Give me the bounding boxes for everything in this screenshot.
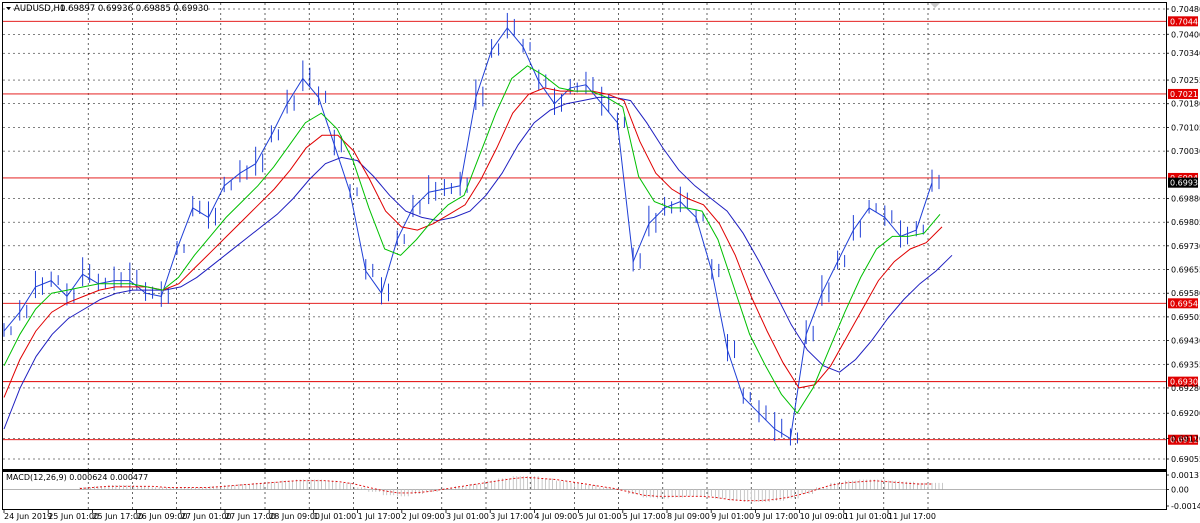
- x-tick-label: 25 Jun 01:00: [48, 512, 99, 521]
- x-tick-label: 3 Jul 01:00: [446, 512, 489, 521]
- chart-header: AUDUSD,H1 0.69897 0.69936 0.69885 0.6993…: [6, 4, 209, 14]
- macd-y-tick-label: -0.001471: [1171, 502, 1200, 511]
- y-tick-label: 0.69280: [1171, 384, 1200, 393]
- y-tick-label: 0.69880: [1171, 194, 1200, 203]
- macd-panel-frame: [2, 471, 1167, 510]
- macd-header: MACD(12,26,9) 0.000624 0.000477: [6, 473, 148, 482]
- price-line: [3, 27, 933, 440]
- x-tick-label: 24 Jun 2019: [4, 512, 52, 521]
- price-chart[interactable]: 0.704410.702110.699450.695480.693000.691…: [0, 0, 1200, 523]
- x-tick-label: 5 Jul 01:00: [579, 512, 622, 521]
- ohlc-values: 0.69897 0.69936 0.69885 0.69930: [60, 4, 209, 14]
- x-tick-label: 8 Jul 09:00: [667, 512, 710, 521]
- x-tick-label: 1 Jul 01:00: [313, 512, 356, 521]
- x-tick-label: 5 Jul 17:00: [623, 512, 666, 521]
- x-tick-label: 1 Jul 17:00: [358, 512, 401, 521]
- y-tick-label: 0.69430: [1171, 337, 1200, 346]
- symbol-label: AUDUSD,H1: [14, 4, 65, 14]
- y-tick-label: 0.69200: [1171, 409, 1200, 418]
- x-tick-label: 11 Jul 17:00: [888, 512, 936, 521]
- y-tick-label: 0.70180: [1171, 100, 1200, 109]
- y-tick-label: 0.70400: [1171, 30, 1200, 39]
- macd-label: MACD(12,26,9) 0.000624 0.000477: [6, 473, 148, 482]
- y-tick-label: 0.70480: [1171, 5, 1200, 14]
- current-price-label: 0.69930: [1170, 179, 1200, 188]
- y-tick-label: 0.69805: [1171, 218, 1200, 227]
- y-tick-label: 0.69505: [1171, 313, 1200, 322]
- scroll-shift-icon[interactable]: [930, 3, 940, 8]
- main-panel-frame: [2, 2, 1167, 470]
- x-tick-label: 10 Jul 09:00: [800, 512, 848, 521]
- y-tick-label: 0.69655: [1171, 266, 1200, 275]
- y-tick-label: 0.69355: [1171, 360, 1200, 369]
- y-tick-label: 0.70030: [1171, 147, 1200, 156]
- ma-mid-line: [3, 87, 943, 398]
- y-tick-label: 0.69120: [1171, 434, 1200, 443]
- level-price-label: 0.69548: [1170, 299, 1200, 308]
- x-tick-label: 27 Jun 01:00: [181, 512, 232, 521]
- y-tick-label: 0.70340: [1171, 49, 1200, 58]
- x-tick-label: 4 Jul 09:00: [534, 512, 577, 521]
- macd-y-tick-label: 0.00: [1171, 486, 1189, 495]
- y-tick-label: 0.70105: [1171, 123, 1200, 132]
- x-tick-label: 26 Jun 09:00: [137, 512, 188, 521]
- y-tick-label: 0.69730: [1171, 242, 1200, 251]
- level-price-label: 0.70211: [1170, 90, 1200, 99]
- x-tick-label: 11 Jul 01:00: [844, 512, 892, 521]
- chart-window[interactable]: 0.704410.702110.699450.695480.693000.691…: [0, 0, 1200, 523]
- x-tick-label: 2 Jul 09:00: [402, 512, 445, 521]
- y-tick-label: 0.70255: [1171, 76, 1200, 85]
- x-tick-label: 9 Jul 17:00: [755, 512, 798, 521]
- macd-y-tick-label: 0.00131: [1171, 471, 1200, 480]
- level-price-label: 0.70441: [1170, 17, 1200, 26]
- dropdown-triangle-icon[interactable]: [6, 7, 11, 10]
- y-tick-label: 0.69055: [1171, 455, 1200, 464]
- x-tick-label: 9 Jul 01:00: [711, 512, 754, 521]
- x-tick-label: 3 Jul 17:00: [490, 512, 533, 521]
- ma-slow-line: [3, 96, 953, 430]
- y-tick-label: 0.69580: [1171, 289, 1200, 298]
- x-tick-label: 25 Jun 17:00: [92, 512, 143, 521]
- x-tick-label: 28 Jun 09:00: [269, 512, 320, 521]
